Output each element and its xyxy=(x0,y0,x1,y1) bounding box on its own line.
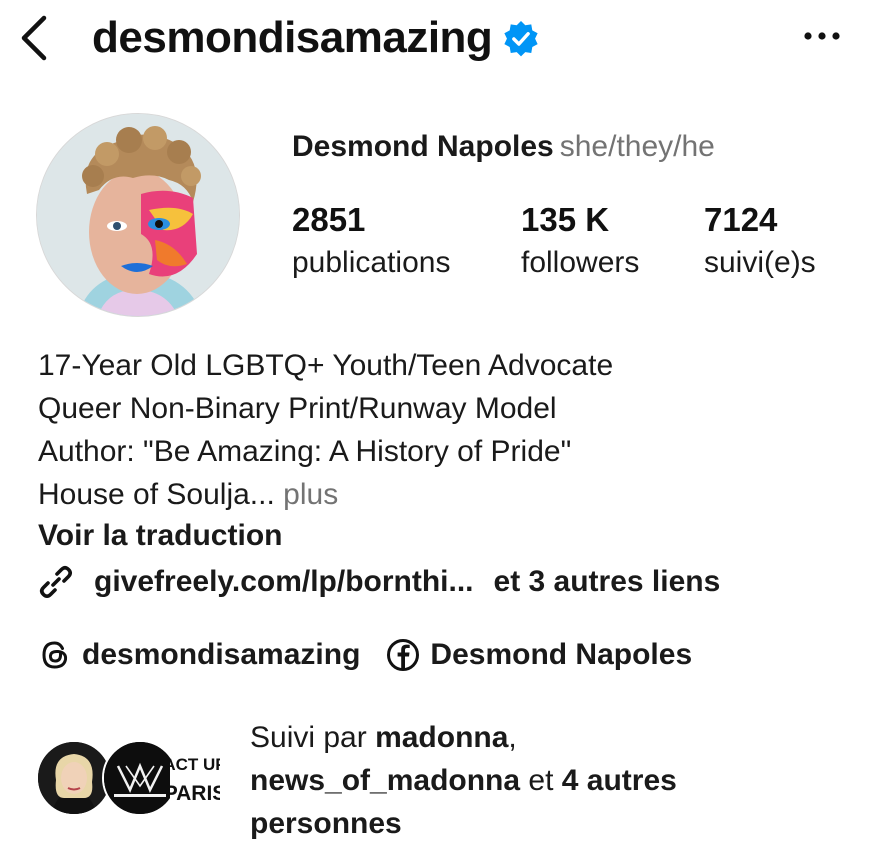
threads-icon xyxy=(42,641,68,669)
act-up-text: ACT UP xyxy=(170,755,220,774)
full-name-row: Desmond Napoles she/they/he xyxy=(292,130,715,164)
facebook-icon xyxy=(387,639,420,671)
followed-by-line: personnes xyxy=(250,802,677,845)
followers-label: followers xyxy=(521,246,640,279)
bio: 17-Year Old LGBTQ+ Youth/Teen Advocate Q… xyxy=(38,344,613,516)
comma: , xyxy=(508,721,517,754)
followed-by-others-cont[interactable]: personnes xyxy=(250,807,402,840)
primary-link[interactable]: givefreely.com/lp/bornthi... xyxy=(94,565,474,599)
pronouns: she/they/he xyxy=(559,130,715,163)
followed-by-text[interactable]: Suivi par madonna, news_of_madonna et 4 … xyxy=(250,716,677,845)
username: desmondisamazing xyxy=(92,13,493,62)
social-links: desmondisamazing Desmond Napoles xyxy=(38,632,692,678)
top-bar: desmondisamazing xyxy=(0,0,879,76)
bio-line: Author: "Be Amazing: A History of Pride" xyxy=(38,435,572,468)
followers-count: 135 K xyxy=(521,201,610,238)
followed-by-avatars[interactable]: ACT UP PARIS xyxy=(36,738,227,820)
publications-count: 2851 xyxy=(292,201,366,238)
see-translation-link[interactable]: Voir la traduction xyxy=(38,514,282,557)
back-button[interactable] xyxy=(14,12,54,64)
verified-badge-icon xyxy=(504,20,538,57)
bio-more-link[interactable]: plus xyxy=(283,478,338,511)
followed-by-prefix: Suivi par xyxy=(250,721,367,754)
madonna-avatar-image xyxy=(38,742,110,814)
username-header: desmondisamazing xyxy=(92,10,540,66)
facebook-link[interactable]: Desmond Napoles xyxy=(386,638,692,672)
conjunction: et xyxy=(528,764,554,797)
news-of-madonna-logo xyxy=(104,742,176,814)
stat-publications: 2851 publications xyxy=(292,198,450,284)
publications-label: publications xyxy=(292,246,451,279)
following-label: suivi(e)s xyxy=(704,246,816,279)
following-count: 7124 xyxy=(704,201,778,238)
follower-avatar-act-up-paris: ACT UP PARIS xyxy=(163,744,227,810)
bio-line: House of Soulja... xyxy=(38,478,275,511)
followed-by-line: news_of_madonna et 4 autres xyxy=(250,759,677,802)
full-name: Desmond Napoles xyxy=(292,130,554,163)
stat-followers[interactable]: 135 K followers xyxy=(521,198,639,284)
paris-text: PARIS xyxy=(170,782,220,805)
threads-handle: desmondisamazing xyxy=(82,638,361,671)
threads-link[interactable]: desmondisamazing xyxy=(38,638,360,672)
followed-by-user[interactable]: news_of_madonna xyxy=(250,764,520,797)
profile-avatar[interactable] xyxy=(36,113,240,317)
followed-by-line: Suivi par madonna, xyxy=(250,716,677,759)
facebook-name: Desmond Napoles xyxy=(430,638,693,671)
stat-following[interactable]: 7124 suivi(e)s xyxy=(704,198,816,284)
follower-avatar-madonna xyxy=(36,740,112,816)
external-links[interactable]: givefreely.com/lp/bornthi... et 3 autres… xyxy=(36,558,720,606)
followed-by-others[interactable]: 4 autres xyxy=(562,764,677,797)
more-options-button[interactable] xyxy=(800,20,844,52)
act-up-paris-logo: ACT UP PARIS xyxy=(163,744,227,810)
followed-by-user[interactable]: madonna xyxy=(375,721,508,754)
bio-line: 17-Year Old LGBTQ+ Youth/Teen Advocate xyxy=(38,349,614,382)
follower-avatar-news-of-madonna xyxy=(102,740,178,816)
more-horizontal-icon xyxy=(804,32,840,40)
bio-line: Queer Non-Binary Print/Runway Model xyxy=(38,392,557,425)
chevron-left-icon xyxy=(21,15,47,61)
avatar-portrait xyxy=(37,114,239,316)
link-icon xyxy=(39,565,73,599)
other-links[interactable]: et 3 autres liens xyxy=(494,565,721,599)
bio-line-truncated: House of Soulja... plus xyxy=(38,473,613,516)
